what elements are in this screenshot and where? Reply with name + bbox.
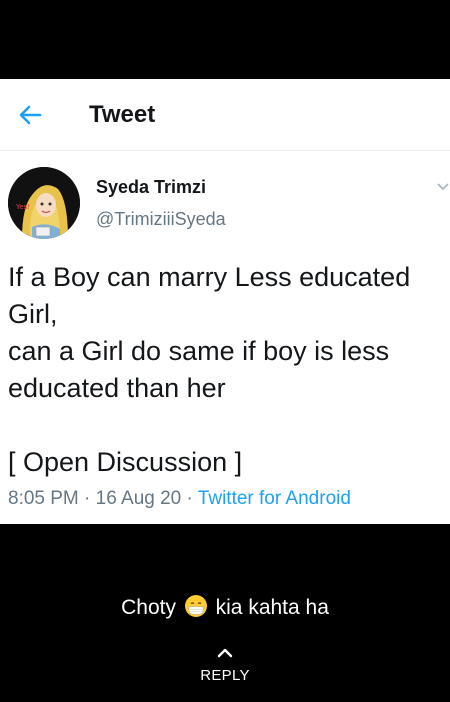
avatar[interactable]: Yes!: [8, 167, 80, 239]
back-arrow-icon: [19, 105, 42, 125]
chevron-up-icon: [217, 648, 233, 658]
avatar-mark-text: Yes!: [15, 203, 30, 211]
meta-separator: ·: [78, 488, 96, 509]
tweet-source[interactable]: Twitter for Android: [198, 488, 351, 509]
back-button[interactable]: [14, 99, 46, 131]
status-caption: Choty kia kahta ha: [0, 594, 450, 622]
reply-label: REPLY: [200, 667, 250, 684]
tweet-text-line: [ Open Discussion ]: [8, 447, 243, 477]
tweet-screenshot: Tweet Yes! Syeda Trimzi @TrimiziiiSyeda: [0, 79, 450, 524]
tweet-meta: 8:05 PM · 16 Aug 20 · Twitter for Androi…: [8, 488, 351, 510]
tweet-date: 16 Aug 20: [95, 488, 182, 509]
page-title: Tweet: [89, 101, 156, 128]
tweet-text-line: If a Boy can marry Less educated: [8, 262, 411, 292]
mask-face-emoji-icon: [184, 595, 207, 617]
tweet-text: If a Boy can marry Less educated Girl, c…: [8, 259, 444, 481]
app-bar: Tweet: [0, 79, 450, 151]
tweet-time: 8:05 PM: [8, 488, 79, 509]
author-handle[interactable]: @TrimiziiiSyeda: [96, 209, 226, 230]
caption-text-before: Choty: [121, 596, 176, 619]
author-name[interactable]: Syeda Trimzi: [96, 177, 206, 198]
meta-separator: ·: [181, 488, 198, 509]
tweet-menu-button[interactable]: [436, 179, 450, 193]
tweet-text-line: can a Girl do same if boy is less: [8, 336, 390, 366]
tweet-text-line: educated than her: [8, 373, 226, 403]
reply-button[interactable]: REPLY: [175, 645, 275, 695]
status-viewer-screen: Tweet Yes! Syeda Trimzi @TrimiziiiSyeda: [0, 0, 450, 702]
caption-text-after: kia kahta ha: [215, 596, 329, 619]
chevron-down-icon: [437, 183, 449, 191]
tweet-text-line: Girl,: [8, 299, 58, 329]
